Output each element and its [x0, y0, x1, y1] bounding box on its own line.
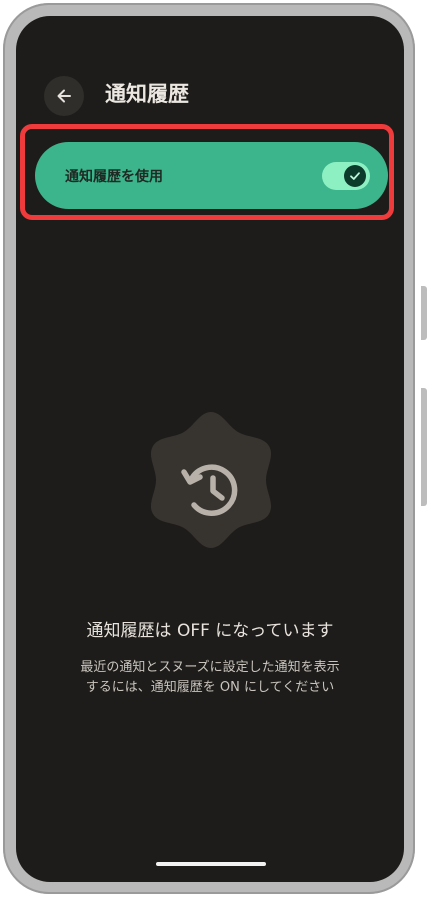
description-line-2: するには、通知履歴を ON にしてください: [85, 680, 335, 695]
empty-state-title: 通知履歴は OFF になっています: [86, 621, 334, 641]
volume-button: [421, 388, 427, 506]
empty-state-description: 最近の通知とスヌーズに設定した通知を表示 するには、通知履歴を ON にしてくだ…: [16, 658, 404, 698]
home-indicator[interactable]: [156, 862, 266, 866]
arrow-left-icon: [57, 89, 71, 103]
checkmark-icon: [350, 172, 360, 180]
setting-label: 通知履歴を使用: [65, 169, 163, 185]
history-icon: [150, 412, 272, 548]
power-button: [421, 286, 427, 340]
history-toggle-switch[interactable]: [322, 162, 370, 190]
page-title: 通知履歴: [105, 82, 189, 106]
description-line-1: 最近の通知とスヌーズに設定した通知を表示: [80, 660, 340, 675]
back-button[interactable]: [44, 76, 84, 116]
switch-thumb: [344, 165, 366, 187]
screen: 通知履歴 通知履歴を使用 通知履歴は OFF になっています 最近の通知とスヌー…: [16, 16, 404, 882]
use-history-setting[interactable]: 通知履歴を使用: [35, 142, 388, 209]
